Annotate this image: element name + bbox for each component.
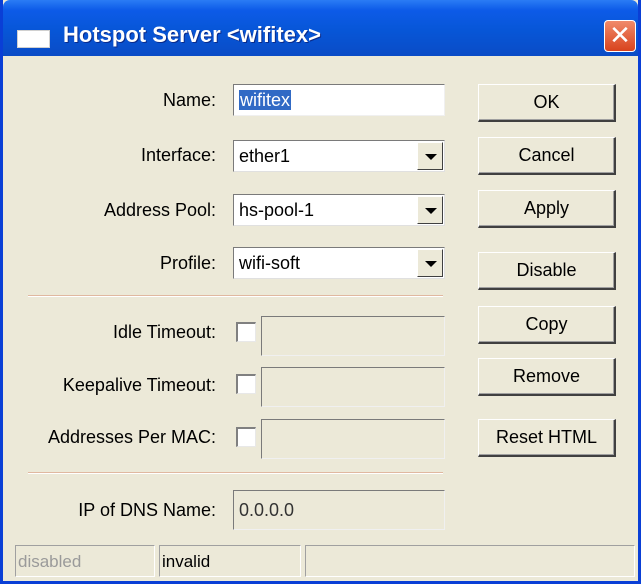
profile-label: Profile: (159, 253, 216, 273)
status-state: disabled (15, 545, 155, 577)
reset-html-button[interactable]: Reset HTML (478, 419, 616, 457)
close-button[interactable]: ✕ (604, 20, 636, 52)
addresses-per-mac-input[interactable] (261, 419, 445, 459)
address-pool-label: Address Pool: (103, 200, 216, 220)
addresses-per-mac-checkbox[interactable] (236, 427, 256, 447)
name-label: Name: (162, 90, 216, 110)
name-value: wifitex (239, 90, 292, 110)
idle-timeout-label: Idle Timeout: (112, 322, 216, 342)
disable-button[interactable]: Disable (478, 252, 616, 290)
copy-button[interactable]: Copy (478, 306, 616, 344)
idle-timeout-input[interactable] (261, 316, 445, 356)
addresses-per-mac-label: Addresses Per MAC: (47, 427, 216, 447)
title-bar[interactable]: Hotspot Server <wifitex> ✕ (3, 0, 638, 56)
separator (28, 472, 443, 474)
remove-button[interactable]: Remove (478, 358, 616, 396)
address-pool-select[interactable]: hs-pool-1 (233, 194, 445, 226)
chevron-down-icon[interactable] (417, 249, 443, 277)
address-pool-value: hs-pool-1 (239, 200, 315, 220)
status-validity: invalid (159, 545, 301, 577)
window-icon (17, 30, 50, 48)
hotspot-server-dialog: Hotspot Server <wifitex> ✕ Name: wifitex… (0, 0, 641, 584)
cancel-button[interactable]: Cancel (478, 137, 616, 175)
apply-button[interactable]: Apply (478, 190, 616, 228)
profile-value: wifi-soft (239, 253, 301, 273)
ip-of-dns-name-label: IP of DNS Name: (78, 500, 216, 520)
keepalive-timeout-checkbox[interactable] (236, 374, 256, 394)
separator (28, 295, 443, 297)
keepalive-timeout-input[interactable] (261, 367, 445, 407)
profile-select[interactable]: wifi-soft (233, 247, 445, 279)
ip-of-dns-name-input[interactable]: 0.0.0.0 (233, 490, 445, 530)
interface-value: ether1 (239, 146, 291, 166)
idle-timeout-checkbox[interactable] (236, 322, 256, 342)
window-title: Hotspot Server <wifitex> (63, 22, 321, 47)
close-icon: ✕ (609, 20, 631, 50)
chevron-down-icon[interactable] (417, 196, 443, 224)
chevron-down-icon[interactable] (417, 142, 443, 170)
interface-label: Interface: (140, 145, 216, 165)
interface-select[interactable]: ether1 (233, 140, 445, 172)
keepalive-timeout-label: Keepalive Timeout: (62, 375, 216, 395)
status-extra (305, 545, 635, 577)
ok-button[interactable]: OK (478, 84, 616, 122)
name-input[interactable]: wifitex (233, 84, 445, 116)
